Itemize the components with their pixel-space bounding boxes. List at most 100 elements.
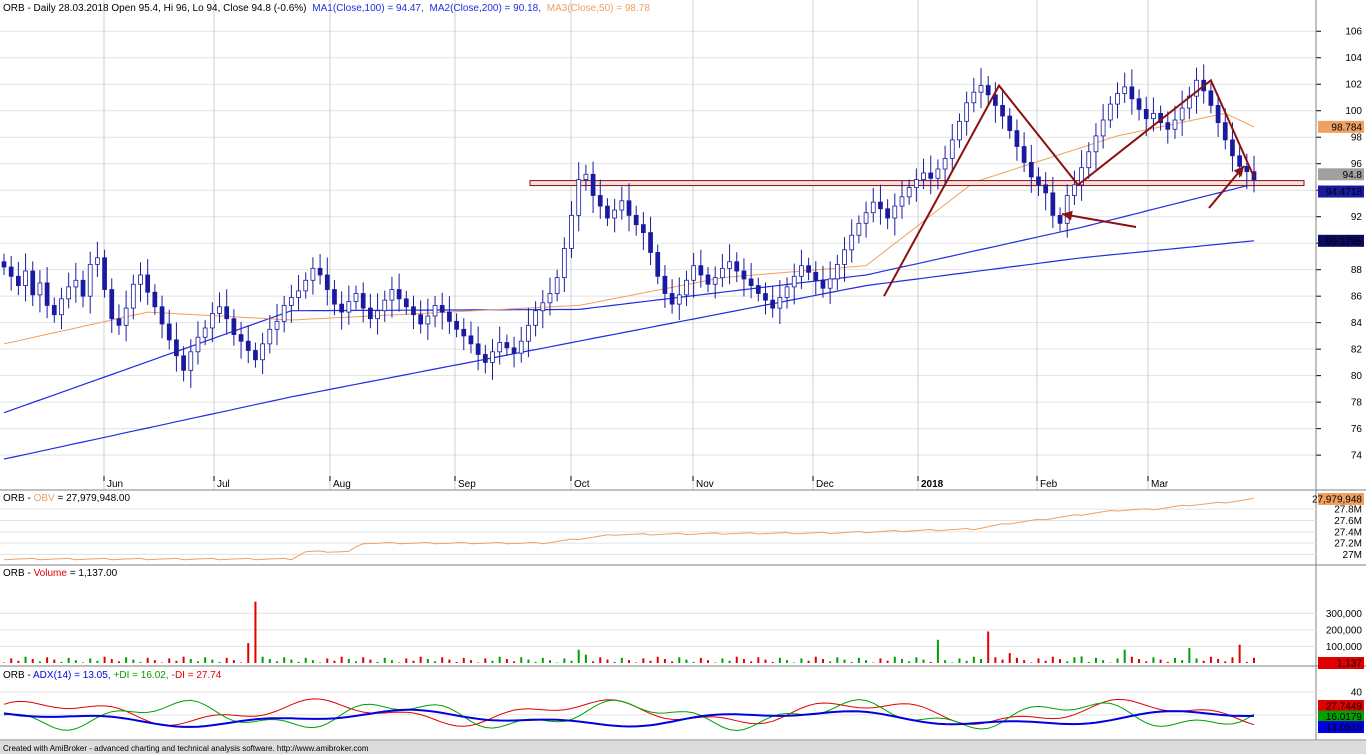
- volume-axis-ticks: 100,000 200,000 300,000 1,137: [1318, 609, 1364, 670]
- month-label: Oct: [574, 479, 590, 490]
- candle-body: [303, 279, 309, 292]
- ma3-legend: MA3(Close,50) = 98.78: [547, 3, 651, 14]
- candle-body: [166, 323, 172, 341]
- candle-body: [1100, 119, 1106, 137]
- candle-body: [181, 355, 186, 371]
- obv-line: [3, 497, 1255, 561]
- candle-body: [1021, 146, 1027, 163]
- candle-body: [777, 297, 783, 309]
- candle-body: [145, 274, 151, 293]
- obv-header: ORB - OBV = 27,979,948.00: [3, 493, 130, 504]
- price-tick-label: 106: [1345, 27, 1362, 38]
- candle-body: [95, 257, 100, 265]
- candle-body: [116, 318, 122, 326]
- candle-body: [1000, 105, 1005, 117]
- volume-tick-label: 200,000: [1326, 625, 1363, 636]
- candle-body: [1014, 130, 1020, 147]
- candle-body: [712, 277, 718, 285]
- candle-body: [770, 299, 776, 309]
- candle-body: [360, 293, 366, 309]
- candle-body: [1222, 122, 1228, 141]
- candle-body: [799, 265, 804, 277]
- candle-body: [73, 279, 79, 288]
- candle-body: [332, 289, 337, 305]
- candle-body: [497, 342, 503, 353]
- month-label: Nov: [696, 479, 714, 490]
- price-tick-label: 76: [1351, 424, 1363, 435]
- month-label: Jun: [107, 479, 123, 490]
- candle-body: [985, 85, 991, 96]
- candle-body: [648, 232, 653, 253]
- candle-body: [202, 327, 208, 338]
- candle-body: [1072, 184, 1077, 196]
- volume-tick-label: 100,000: [1326, 642, 1363, 653]
- candle-body: [368, 307, 373, 320]
- price-tick-label: 100: [1345, 106, 1362, 117]
- candle-body: [403, 298, 409, 308]
- candle-body: [16, 275, 21, 286]
- volume-tick-label: 300,000: [1326, 609, 1363, 620]
- candle-body: [942, 158, 948, 170]
- month-label: Jul: [217, 479, 230, 490]
- candle-body: [554, 277, 560, 294]
- candle-body: [813, 271, 819, 281]
- month-label: Feb: [1040, 479, 1058, 490]
- ma2-last-label: 90.1795: [1326, 236, 1363, 247]
- price-header: ORB - Daily 28.03.2018 Open 95.4, Hi 96,…: [3, 3, 650, 14]
- candle-body: [1050, 192, 1056, 216]
- candle-body: [720, 267, 725, 279]
- candle-body: [878, 201, 883, 210]
- candle-body: [633, 214, 639, 226]
- candle-body: [612, 209, 617, 219]
- candle-body: [130, 283, 136, 309]
- candle-body: [59, 298, 64, 316]
- candle-body: [957, 120, 962, 141]
- adx-line: [3, 708, 1255, 728]
- candle-body: [569, 214, 574, 249]
- candle-body: [317, 267, 323, 276]
- candle-body: [224, 306, 230, 320]
- candle-body: [389, 289, 395, 301]
- candle-body: [1007, 115, 1013, 131]
- candle-body: [30, 270, 36, 296]
- candle-body: [8, 266, 14, 277]
- adx-tick-label: 40: [1351, 687, 1363, 698]
- price-tick-label: 82: [1351, 345, 1363, 356]
- obv-axis-ticks: 27M27.2M27.4M27.6M27.8M27,979,948: [1312, 492, 1364, 561]
- candle-body: [217, 306, 222, 314]
- candle-body: [597, 195, 603, 207]
- candle-body: [1151, 112, 1156, 120]
- month-label: Sep: [458, 479, 476, 490]
- candle-body: [274, 320, 280, 330]
- candle-body: [518, 340, 524, 354]
- candle-body: [676, 294, 682, 305]
- candle-body: [935, 168, 941, 179]
- candle-body: [66, 286, 72, 300]
- candle-body: [1093, 135, 1099, 153]
- candle-body: [23, 270, 28, 286]
- candle-body: [253, 350, 258, 361]
- candle-body: [913, 179, 919, 188]
- candle-body: [238, 334, 244, 342]
- candle-body: [856, 222, 862, 236]
- candle-body: [834, 263, 840, 280]
- candle-body: [1208, 90, 1214, 106]
- candle-body: [87, 263, 93, 297]
- candle-body: [1136, 98, 1142, 110]
- candle-body: [576, 179, 582, 216]
- candle-body: [152, 291, 158, 308]
- month-label: Aug: [333, 479, 351, 490]
- candle-body: [418, 314, 424, 325]
- candle-body: [827, 278, 833, 289]
- amibroker-chart[interactable]: 74767880828486889092949698100102104106 9…: [0, 0, 1366, 754]
- obv-tick-label: 27.4M: [1334, 527, 1362, 538]
- candle-body: [44, 282, 50, 306]
- adx-header: ORB - ADX(14) = 13.05, +DI = 16.02, -DI = …: [3, 670, 222, 681]
- candle-body: [468, 335, 474, 345]
- candle-body: [102, 257, 107, 290]
- candle-body: [51, 305, 57, 316]
- candle-body: [863, 212, 869, 224]
- candle-body: [432, 305, 438, 317]
- candle-body: [1115, 93, 1120, 105]
- candle-body: [928, 172, 934, 179]
